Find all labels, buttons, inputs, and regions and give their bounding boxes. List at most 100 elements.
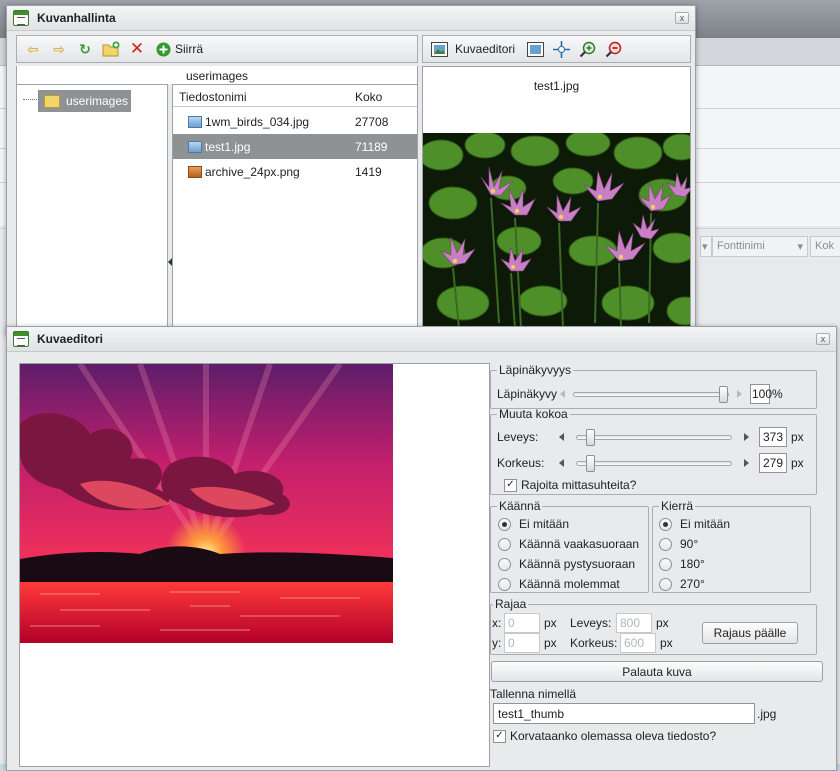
resize-height-label: Korkeus: (497, 456, 545, 470)
slider-thumb[interactable] (586, 428, 595, 446)
window-title: Kuvanhallinta (37, 11, 116, 25)
chevron-down-icon: ▾ (797, 241, 803, 253)
new-folder-icon[interactable] (101, 39, 121, 59)
rotate-option[interactable]: 90° (659, 537, 698, 551)
overwrite-checkbox[interactable]: ✓ (493, 729, 506, 743)
slider-right-arrow-icon[interactable] (744, 459, 749, 467)
radio-button[interactable] (659, 537, 672, 551)
file-name: archive_24px.png (205, 164, 300, 179)
image-editor-button-label[interactable]: Kuvaeditori (455, 42, 515, 56)
crop-toggle-button[interactable]: Rajaus päälle (702, 622, 798, 644)
folder-header: userimages (16, 66, 418, 84)
crop-x-row: x: 0 px Leveys: 800 px (492, 613, 669, 633)
resize-width-input[interactable]: 373 (759, 427, 787, 447)
background-size-combo[interactable]: Kok (810, 236, 840, 257)
opacity-unit: % (772, 387, 783, 401)
close-button[interactable]: x (816, 333, 830, 345)
file-list-header: Tiedostonimi Koko (173, 85, 417, 107)
rotate-option-label: 90° (680, 537, 699, 551)
folder-icon (44, 94, 60, 108)
fit-image-icon[interactable] (525, 39, 545, 59)
file-row[interactable]: archive_24px.png 1419 (173, 159, 417, 184)
delete-icon[interactable]: ✕ (127, 39, 147, 59)
forward-arrow-icon[interactable]: ⇨ (49, 39, 69, 59)
rotate-option[interactable]: 180° (659, 557, 705, 571)
image-editor-titlebar[interactable]: Kuvaeditori x (7, 327, 836, 352)
radio-button[interactable] (659, 577, 672, 591)
zoom-in-icon[interactable] (577, 39, 597, 59)
px-unit: px (544, 636, 557, 650)
opacity-input[interactable]: 100 (750, 384, 772, 404)
flip-option[interactable]: Ei mitään (498, 517, 569, 531)
radio-button[interactable] (659, 517, 672, 531)
resize-legend: Muuta kokoa (499, 407, 568, 421)
rotate-option[interactable]: Ei mitään (659, 517, 730, 531)
crop-x-input[interactable]: 0 (504, 613, 540, 633)
edited-image[interactable] (20, 364, 393, 643)
keep-ratio-row[interactable]: ✓ Rajoita mittasuhteita? (504, 478, 636, 492)
image-file-icon (188, 140, 202, 153)
slider-right-arrow-icon[interactable] (737, 390, 742, 398)
rotate-option[interactable]: 270° (659, 577, 705, 591)
save-as-input[interactable]: test1_thumb (493, 703, 755, 724)
background-font-combo[interactable]: Fonttinimi ▾ (712, 236, 808, 257)
preview-image (423, 133, 690, 333)
file-row-selected[interactable]: test1.jpg 71189 (173, 134, 417, 159)
crop-height-input[interactable]: 600 (620, 633, 656, 653)
image-editor-icon[interactable] (429, 39, 449, 59)
radio-button[interactable] (659, 557, 672, 571)
flip-option[interactable]: Käännä molemmat (498, 577, 620, 591)
slider-left-arrow-icon[interactable] (559, 433, 564, 441)
px-unit: px (660, 636, 673, 650)
splitter-handle[interactable] (168, 256, 172, 268)
slider-thumb[interactable] (586, 454, 595, 472)
folder-tree: userimages (16, 84, 168, 334)
keep-ratio-checkbox[interactable]: ✓ (504, 478, 517, 492)
slider-thumb[interactable] (719, 385, 728, 403)
radio-button[interactable] (498, 557, 511, 571)
crop-width-label: Leveys: (570, 616, 612, 630)
folder-item-userimages[interactable]: userimages (38, 90, 131, 112)
radio-button[interactable] (498, 537, 511, 551)
refresh-icon[interactable]: ↻ (75, 39, 95, 59)
column-filename[interactable]: Tiedostonimi (179, 90, 355, 104)
close-button[interactable]: x (675, 12, 689, 24)
move-icon[interactable] (153, 39, 173, 59)
resize-height-input[interactable]: 279 (759, 453, 787, 473)
slider-left-arrow-icon[interactable] (560, 390, 565, 398)
flip-option-label: Käännä molemmat (519, 577, 620, 591)
overwrite-row[interactable]: ✓ Korvataanko olemassa oleva tiedosto? (493, 729, 716, 743)
keep-ratio-label: Rajoita mittasuhteita? (521, 478, 637, 492)
height-slider[interactable] (576, 454, 732, 472)
crop-width-input[interactable]: 800 (616, 613, 652, 633)
crop-height-label: Korkeus: (570, 636, 618, 650)
crop-x-label: x: (492, 616, 502, 630)
resize-width-label: Leveys: (497, 430, 539, 444)
reset-image-button[interactable]: Palauta kuva (491, 661, 823, 682)
flip-option[interactable]: Käännä pystysuoraan (498, 557, 635, 571)
crop-y-input[interactable]: 0 (504, 633, 540, 653)
slider-right-arrow-icon[interactable] (744, 433, 749, 441)
crosshair-icon[interactable] (551, 39, 571, 59)
window-icon (13, 10, 29, 26)
file-size: 1419 (355, 164, 382, 179)
rotate-option-label: 180° (680, 557, 705, 571)
back-arrow-icon[interactable]: ⇦ (23, 39, 43, 59)
slider-left-arrow-icon[interactable] (559, 459, 564, 467)
background-combo-arrow[interactable]: ▾ (700, 236, 712, 257)
px-unit: px (791, 456, 804, 470)
flip-option[interactable]: Käännä vaakasuoraan (498, 537, 639, 551)
image-manager-titlebar[interactable]: Kuvanhallinta x (7, 6, 695, 31)
opacity-slider[interactable] (573, 385, 729, 403)
radio-button[interactable] (498, 577, 511, 591)
resize-width-row: Leveys: 373 px (497, 427, 804, 447)
radio-button[interactable] (498, 517, 511, 531)
preview-filename: test1.jpg (533, 79, 580, 93)
move-button-label[interactable]: Siirrä (175, 42, 203, 56)
tree-connector (23, 99, 37, 100)
zoom-out-icon[interactable] (603, 39, 623, 59)
width-slider[interactable] (576, 428, 732, 446)
preview-toolbar: Kuvaeditori (422, 35, 691, 63)
file-row[interactable]: 1wm_birds_034.jpg 27708 (173, 109, 417, 134)
column-size[interactable]: Koko (355, 90, 382, 104)
